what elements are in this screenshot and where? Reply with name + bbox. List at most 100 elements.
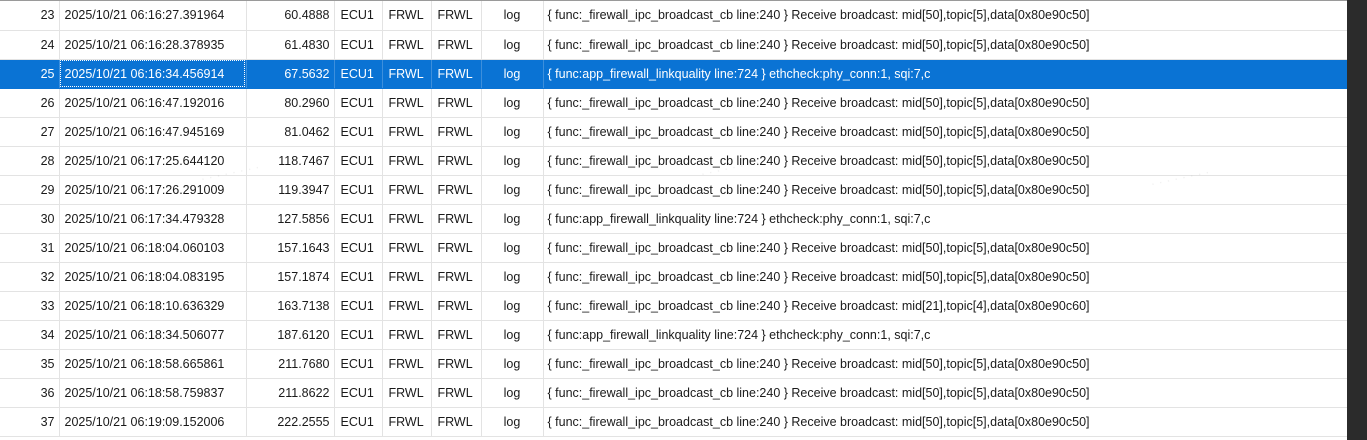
timestamp-cell: 80.2960: [246, 88, 335, 118]
timestamp-cell: 157.1874: [246, 262, 335, 292]
log-row[interactable]: 24 2025/10/21 06:16:28.378935 61.4830 ECU1 F…: [0, 30, 1347, 60]
time-cell: 2025/10/21 06:18:34.506077: [59, 320, 247, 350]
context-id-cell: FRWL: [431, 30, 482, 60]
row-index-cell: 23: [0, 1, 60, 31]
context-id-cell: FRWL: [431, 320, 482, 350]
log-row[interactable]: 35 2025/10/21 06:18:58.665861 211.7680 ECU1…: [0, 349, 1347, 379]
payload-cell: { func:_firewall_ipc_broadcast_cb line:2…: [543, 175, 1347, 205]
log-row[interactable]: 30 2025/10/21 06:17:34.479328 127.5856 ECU1…: [0, 204, 1347, 234]
payload-cell: { func:_firewall_ipc_broadcast_cb line:2…: [543, 407, 1347, 437]
row-index-cell: 29: [0, 175, 60, 205]
timestamp-cell: 211.8622: [246, 378, 335, 408]
log-row[interactable]: 25 2025/10/21 06:16:34.456914 67.5632 ECU1 F…: [0, 59, 1347, 89]
message-type-cell: log: [481, 146, 544, 176]
log-row[interactable]: 37 2025/10/21 06:19:09.152006 222.2555 ECU1…: [0, 407, 1347, 437]
ecu-id-cell: ECU1: [334, 175, 383, 205]
context-id-cell: FRWL: [431, 146, 482, 176]
time-cell: 2025/10/21 06:18:58.759837: [59, 378, 247, 408]
message-type-cell: log: [481, 291, 544, 321]
app-id-cell: FRWL: [382, 262, 432, 292]
payload-cell: { func:_firewall_ipc_broadcast_cb line:2…: [543, 378, 1347, 408]
timestamp-cell: 118.7467: [246, 146, 335, 176]
ecu-id-cell: ECU1: [334, 59, 383, 89]
app-id-cell: FRWL: [382, 88, 432, 118]
timestamp-cell: 60.4888: [246, 1, 335, 31]
ecu-id-cell: ECU1: [334, 378, 383, 408]
time-cell: 2025/10/21 06:17:25.644120: [59, 146, 247, 176]
payload-cell: { func:_firewall_ipc_broadcast_cb line:2…: [543, 1, 1347, 31]
app-id-cell: FRWL: [382, 407, 432, 437]
log-row[interactable]: 29 2025/10/21 06:17:26.291009 119.3947 ECU1…: [0, 175, 1347, 205]
time-cell: 2025/10/21 06:18:58.665861: [59, 349, 247, 379]
ecu-id-cell: ECU1: [334, 320, 383, 350]
row-index-cell: 26: [0, 88, 60, 118]
ecu-id-cell: ECU1: [334, 146, 383, 176]
ecu-id-cell: ECU1: [334, 407, 383, 437]
payload-cell: { func:_firewall_ipc_broadcast_cb line:2…: [543, 88, 1347, 118]
payload-cell: { func:_firewall_ipc_broadcast_cb line:2…: [543, 117, 1347, 147]
payload-cell: { func:app_firewall_linkquality line:724…: [543, 320, 1347, 350]
payload-cell: { func:_firewall_ipc_broadcast_cb line:2…: [543, 291, 1347, 321]
timestamp-cell: 157.1643: [246, 233, 335, 263]
log-row[interactable]: 28 2025/10/21 06:17:25.644120 118.7467 ECU1…: [0, 146, 1347, 176]
payload-cell: { func:_firewall_ipc_broadcast_cb line:2…: [543, 30, 1347, 60]
timestamp-cell: 61.4830: [246, 30, 335, 60]
timestamp-cell: 163.7138: [246, 291, 335, 321]
message-type-cell: log: [481, 204, 544, 234]
row-index-cell: 24: [0, 30, 60, 60]
context-id-cell: FRWL: [431, 349, 482, 379]
app-id-cell: FRWL: [382, 146, 432, 176]
row-index-cell: 30: [0, 204, 60, 234]
context-id-cell: FRWL: [431, 59, 482, 89]
context-id-cell: FRWL: [431, 262, 482, 292]
row-index-cell: 36: [0, 378, 60, 408]
context-id-cell: FRWL: [431, 204, 482, 234]
ecu-id-cell: ECU1: [334, 233, 383, 263]
message-type-cell: log: [481, 30, 544, 60]
message-type-cell: log: [481, 407, 544, 437]
time-cell: 2025/10/21 06:16:28.378935: [59, 30, 247, 60]
app-id-cell: FRWL: [382, 204, 432, 234]
log-row[interactable]: 23 2025/10/21 06:16:27.391964 60.4888 ECU1 F…: [0, 1, 1347, 31]
time-cell: 2025/10/21 06:16:34.456914: [59, 59, 247, 89]
context-id-cell: FRWL: [431, 88, 482, 118]
message-type-cell: log: [481, 378, 544, 408]
log-viewer: 23 2025/10/21 06:16:27.391964 60.4888 ECU1 F…: [0, 0, 1347, 440]
app-id-cell: FRWL: [382, 349, 432, 379]
row-index-cell: 25: [0, 59, 60, 89]
log-row[interactable]: 27 2025/10/21 06:16:47.945169 81.0462 ECU1 F…: [0, 117, 1347, 147]
log-row[interactable]: 26 2025/10/21 06:16:47.192016 80.2960 ECU1 F…: [0, 88, 1347, 118]
message-type-cell: log: [481, 349, 544, 379]
ecu-id-cell: ECU1: [334, 291, 383, 321]
log-table-body: 23 2025/10/21 06:16:27.391964 60.4888 ECU1 F…: [0, 1, 1347, 437]
log-row[interactable]: 31 2025/10/21 06:18:04.060103 157.1643 ECU1…: [0, 233, 1347, 263]
app-id-cell: FRWL: [382, 378, 432, 408]
message-type-cell: log: [481, 88, 544, 118]
timestamp-cell: 81.0462: [246, 117, 335, 147]
ecu-id-cell: ECU1: [334, 30, 383, 60]
log-row[interactable]: 33 2025/10/21 06:18:10.636329 163.7138 ECU1…: [0, 291, 1347, 321]
ecu-id-cell: ECU1: [334, 88, 383, 118]
log-row[interactable]: 34 2025/10/21 06:18:34.506077 187.6120 ECU1…: [0, 320, 1347, 350]
context-id-cell: FRWL: [431, 407, 482, 437]
context-id-cell: FRWL: [431, 233, 482, 263]
ecu-id-cell: ECU1: [334, 204, 383, 234]
payload-cell: { func:_firewall_ipc_broadcast_cb line:2…: [543, 233, 1347, 263]
row-index-cell: 33: [0, 291, 60, 321]
ecu-id-cell: ECU1: [334, 262, 383, 292]
log-table: 23 2025/10/21 06:16:27.391964 60.4888 ECU1 F…: [0, 1, 1347, 437]
row-index-cell: 28: [0, 146, 60, 176]
row-index-cell: 31: [0, 233, 60, 263]
message-type-cell: log: [481, 1, 544, 31]
row-index-cell: 34: [0, 320, 60, 350]
timestamp-cell: 119.3947: [246, 175, 335, 205]
payload-cell: { func:app_firewall_linkquality line:724…: [543, 204, 1347, 234]
log-row[interactable]: 32 2025/10/21 06:18:04.083195 157.1874 ECU1…: [0, 262, 1347, 292]
log-row[interactable]: 36 2025/10/21 06:18:58.759837 211.8622 ECU1…: [0, 378, 1347, 408]
ecu-id-cell: ECU1: [334, 349, 383, 379]
message-type-cell: log: [481, 175, 544, 205]
payload-cell: { func:_firewall_ipc_broadcast_cb line:2…: [543, 262, 1347, 292]
timestamp-cell: 222.2555: [246, 407, 335, 437]
app-id-cell: FRWL: [382, 175, 432, 205]
app-id-cell: FRWL: [382, 30, 432, 60]
